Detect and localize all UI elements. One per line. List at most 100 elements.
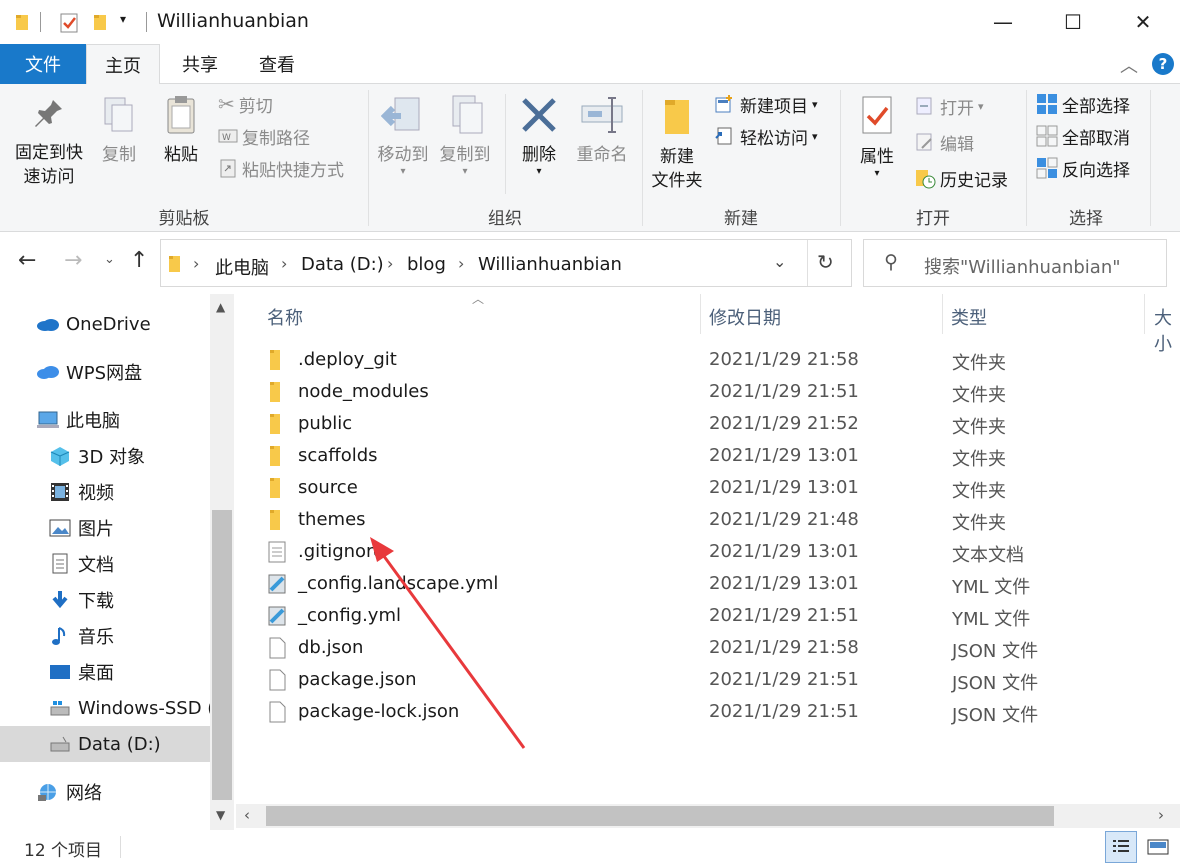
- breadcrumb-data-drive[interactable]: Data (D:): [301, 254, 384, 275]
- maximize-button[interactable]: ☐: [1038, 0, 1108, 44]
- tab-view[interactable]: 查看: [240, 44, 314, 84]
- search-input[interactable]: 搜索"Willianhuanbian": [924, 253, 1121, 279]
- desktop-icon: [48, 661, 72, 683]
- new-folder-icon: [665, 100, 689, 134]
- copy-to-button[interactable]: 复制到 ▾: [434, 94, 496, 177]
- select-all-button[interactable]: 全部选择: [1036, 90, 1130, 118]
- scroll-up-icon[interactable]: ▲: [216, 300, 225, 314]
- scrollbar-thumb[interactable]: [266, 806, 1054, 826]
- paste-shortcut-button[interactable]: 粘贴快捷方式: [218, 154, 344, 182]
- open-button[interactable]: 打开 ▾: [914, 92, 984, 120]
- svg-text:W: W: [222, 133, 231, 143]
- select-none-icon: [1036, 125, 1058, 147]
- nav-item-music[interactable]: 音乐: [0, 618, 210, 654]
- clipboard-group-label: 剪贴板: [158, 209, 210, 229]
- new-folder-icon[interactable]: [92, 12, 110, 32]
- paste-button[interactable]: 粘贴: [156, 94, 206, 167]
- history-button[interactable]: 历史记录: [914, 164, 1008, 192]
- forward-arrow-icon[interactable]: →: [64, 248, 82, 273]
- new-folder-label-2: 文件夹: [651, 171, 703, 191]
- new-item-icon: [715, 95, 732, 113]
- recent-locations-chevron-icon[interactable]: ⌄: [104, 252, 115, 267]
- folder-icon[interactable]: [14, 12, 32, 32]
- copy-to-dropdown-icon: ▾: [462, 166, 468, 177]
- breadcrumb-current[interactable]: Willianhuanbian: [478, 254, 622, 275]
- easy-access-button[interactable]: 轻松访问 ▾: [714, 122, 818, 150]
- breadcrumb-this-pc[interactable]: 此电脑: [215, 254, 269, 280]
- nav-item-label: WPS网盘: [66, 363, 143, 384]
- scroll-down-icon[interactable]: ▼: [216, 808, 225, 822]
- breadcrumb-chevron-icon[interactable]: ›: [458, 254, 464, 273]
- copy-to-icon: [452, 95, 483, 134]
- address-dropdown-icon[interactable]: ⌄: [773, 252, 786, 271]
- invert-selection-icon: [1036, 157, 1058, 179]
- pin-quick-access-button[interactable]: 固定到快 速访问: [8, 94, 90, 189]
- large-icons-view-button[interactable]: [1142, 831, 1174, 863]
- cut-button[interactable]: ✂ 剪切: [218, 90, 273, 118]
- nav-item-onedrive[interactable]: OneDrive: [0, 306, 210, 342]
- status-bar: 12 个项目: [0, 830, 1180, 865]
- details-view-button[interactable]: [1105, 831, 1137, 863]
- invert-selection-button[interactable]: 反向选择: [1036, 154, 1130, 182]
- delete-button[interactable]: 删除 ▾: [514, 94, 564, 177]
- back-arrow-icon[interactable]: ←: [18, 248, 36, 273]
- pin-label-1: 固定到快: [15, 143, 83, 163]
- collapse-ribbon-icon[interactable]: ︿: [1120, 52, 1138, 78]
- address-bar[interactable]: › 此电脑 › Data (D:) › blog › Willianhuanbi…: [160, 239, 852, 287]
- properties-button[interactable]: 属性 ▾: [850, 94, 904, 179]
- close-button[interactable]: ✕: [1108, 0, 1178, 44]
- edit-icon: [916, 133, 932, 151]
- delete-label: 删除: [522, 145, 556, 165]
- details-view-icon: [1113, 840, 1129, 852]
- breadcrumb-blog[interactable]: blog: [407, 254, 446, 275]
- nav-item-pictures[interactable]: 图片: [0, 510, 210, 546]
- copy-path-label: 复制路径: [242, 128, 310, 149]
- rename-label: 重命名: [576, 145, 628, 165]
- tab-file[interactable]: 文件: [0, 44, 86, 84]
- refresh-icon[interactable]: ↻: [817, 250, 834, 274]
- breadcrumb-chevron-icon[interactable]: ›: [193, 254, 199, 273]
- properties-label: 属性: [860, 147, 894, 167]
- nav-item-this-pc[interactable]: 此电脑: [0, 402, 210, 438]
- nav-item-data-drive[interactable]: Data (D:): [0, 726, 210, 762]
- edit-button[interactable]: 编辑: [914, 128, 974, 156]
- new-folder-button[interactable]: 新建 文件夹: [646, 94, 708, 193]
- nav-item-label: 音乐: [78, 627, 114, 648]
- tab-share[interactable]: 共享: [164, 44, 236, 84]
- tab-home[interactable]: 主页: [86, 44, 160, 85]
- breadcrumb-chevron-icon[interactable]: ›: [281, 254, 287, 273]
- download-icon: [48, 589, 72, 611]
- minimize-button[interactable]: —: [968, 0, 1038, 44]
- copy-path-button[interactable]: W 复制路径: [218, 122, 310, 150]
- move-to-button[interactable]: 移动到 ▾: [372, 94, 434, 177]
- properties-icon[interactable]: [58, 12, 80, 34]
- nav-item-downloads[interactable]: 下载: [0, 582, 210, 618]
- copy-button[interactable]: 复制: [96, 94, 142, 167]
- nav-item-3d-objects[interactable]: 3D 对象: [0, 438, 210, 474]
- scrollbar-thumb[interactable]: [212, 510, 232, 800]
- up-arrow-icon[interactable]: ↑: [130, 248, 148, 273]
- scroll-right-icon[interactable]: ›: [1158, 806, 1164, 824]
- select-none-button[interactable]: 全部取消: [1036, 122, 1130, 150]
- new-item-button[interactable]: 新建项目 ▾: [714, 90, 818, 118]
- navigation-scrollbar[interactable]: ▲ ▼: [210, 294, 234, 830]
- quick-access-dropdown-icon[interactable]: ▾: [120, 12, 126, 26]
- search-box[interactable]: ⚲ 搜索"Willianhuanbian": [863, 239, 1167, 287]
- breadcrumb-chevron-icon[interactable]: ›: [387, 254, 393, 273]
- rename-button[interactable]: 重命名: [570, 94, 634, 167]
- music-icon: [48, 625, 72, 647]
- cut-label: 剪切: [238, 96, 273, 117]
- help-icon[interactable]: ?: [1151, 52, 1175, 76]
- scroll-left-icon[interactable]: ‹: [244, 806, 250, 824]
- horizontal-scrollbar[interactable]: ‹ ›: [236, 804, 1180, 828]
- address-row: ← → ⌄ ↑ › 此电脑 › Data (D:) › blog › Willi…: [0, 232, 1180, 294]
- nav-item-documents[interactable]: 文档: [0, 546, 210, 582]
- nav-item-network[interactable]: 网络: [0, 774, 210, 810]
- video-icon: [48, 481, 72, 503]
- move-to-label: 移动到: [377, 145, 429, 165]
- nav-item-windows-ssd[interactable]: Windows-SSD (: [0, 690, 210, 726]
- nav-item-label: 下载: [78, 591, 114, 612]
- nav-item-videos[interactable]: 视频: [0, 474, 210, 510]
- nav-item-desktop[interactable]: 桌面: [0, 654, 210, 690]
- nav-item-wps-cloud[interactable]: WPS网盘: [0, 354, 210, 390]
